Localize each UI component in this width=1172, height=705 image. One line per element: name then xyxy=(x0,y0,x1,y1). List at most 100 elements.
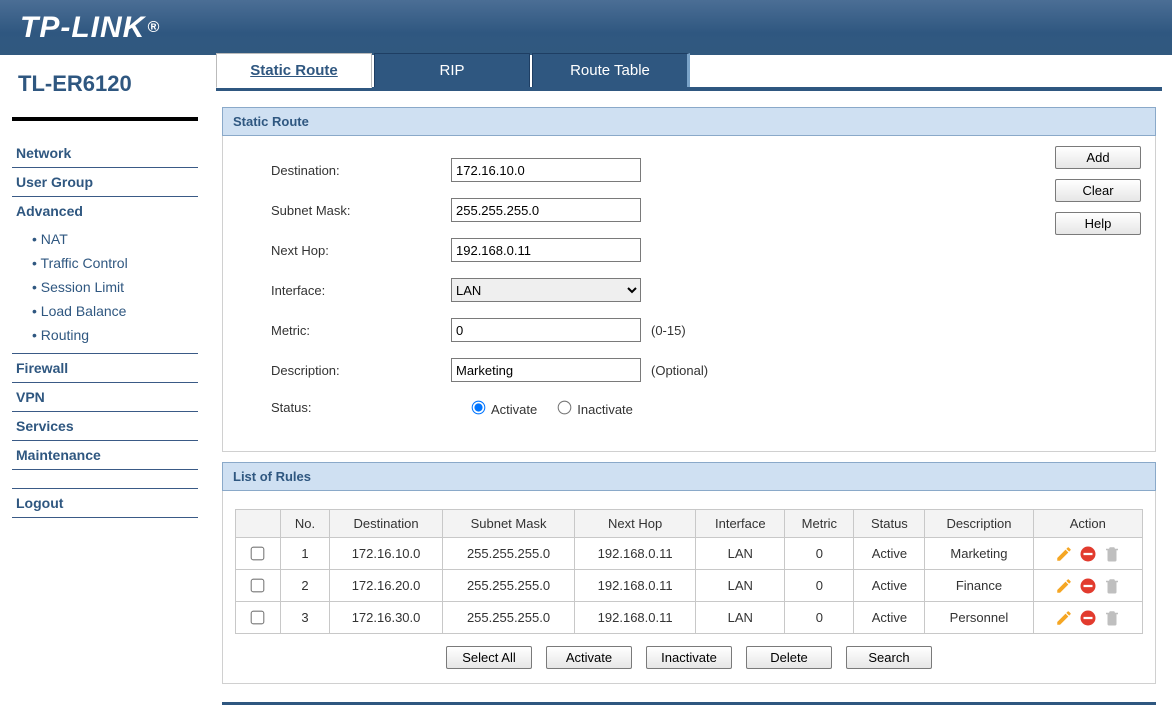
sidebar-item-user-group[interactable]: User Group xyxy=(12,168,198,196)
tabs: Static Route RIP Route Table xyxy=(216,53,1162,87)
activate-button[interactable]: Activate xyxy=(546,646,632,669)
table-row: 1172.16.10.0255.255.255.0192.168.0.11LAN… xyxy=(236,538,1143,570)
remove-icon[interactable] xyxy=(1079,609,1097,627)
cell-nexthop: 192.168.0.11 xyxy=(575,538,696,570)
tab-static-route[interactable]: Static Route xyxy=(216,53,372,88)
col-description: Description xyxy=(925,510,1033,538)
nexthop-input[interactable] xyxy=(451,238,641,262)
cell-subnet: 255.255.255.0 xyxy=(443,602,575,634)
sidebar-item-session-limit[interactable]: Session Limit xyxy=(12,275,198,299)
sidebar-item-advanced[interactable]: Advanced xyxy=(12,197,198,225)
row-checkbox[interactable] xyxy=(250,547,264,561)
sidebar-item-load-balance[interactable]: Load Balance xyxy=(12,299,198,323)
cell-interface: LAN xyxy=(696,570,785,602)
cell-destination: 172.16.10.0 xyxy=(330,538,443,570)
trash-icon[interactable] xyxy=(1103,609,1121,627)
edit-icon[interactable] xyxy=(1055,609,1073,627)
metric-input[interactable] xyxy=(451,318,641,342)
cell-action xyxy=(1033,570,1142,602)
cell-interface: LAN xyxy=(696,602,785,634)
col-subnet: Subnet Mask xyxy=(443,510,575,538)
cell-description: Personnel xyxy=(925,602,1033,634)
status-activate-option[interactable]: Activate xyxy=(467,398,537,417)
remove-icon[interactable] xyxy=(1079,545,1097,563)
sidebar-item-services[interactable]: Services xyxy=(12,412,198,440)
tab-route-table[interactable]: Route Table xyxy=(532,53,690,87)
cell-status: Active xyxy=(854,538,925,570)
cell-description: Finance xyxy=(925,570,1033,602)
rules-table: No. Destination Subnet Mask Next Hop Int… xyxy=(235,509,1143,634)
clear-button[interactable]: Clear xyxy=(1055,179,1141,202)
row-checkbox[interactable] xyxy=(250,579,264,593)
cell-no: 1 xyxy=(281,538,330,570)
brand-logo: TP-LINK® xyxy=(20,11,160,45)
sidebar-item-routing[interactable]: Routing xyxy=(12,323,198,347)
device-model: TL-ER6120 xyxy=(18,71,198,97)
row-checkbox[interactable] xyxy=(250,611,264,625)
sidebar-item-firewall[interactable]: Firewall xyxy=(12,354,198,382)
subnet-input[interactable] xyxy=(451,198,641,222)
subnet-label: Subnet Mask: xyxy=(241,203,451,218)
cell-description: Marketing xyxy=(925,538,1033,570)
cell-subnet: 255.255.255.0 xyxy=(443,538,575,570)
col-no: No. xyxy=(281,510,330,538)
col-action: Action xyxy=(1033,510,1142,538)
edit-icon[interactable] xyxy=(1055,545,1073,563)
rules-panel: List of Rules No. Destination Subnet Mas… xyxy=(222,462,1156,684)
cell-no: 3 xyxy=(281,602,330,634)
sidebar-item-traffic-control[interactable]: Traffic Control xyxy=(12,251,198,275)
sidebar-item-nat[interactable]: NAT xyxy=(12,227,198,251)
table-row: 2172.16.20.0255.255.255.0192.168.0.11LAN… xyxy=(236,570,1143,602)
main-content: Static Route RIP Route Table Static Rout… xyxy=(210,55,1172,705)
destination-input[interactable] xyxy=(451,158,641,182)
cell-interface: LAN xyxy=(696,538,785,570)
cell-metric: 0 xyxy=(785,602,854,634)
nav-menu: Network User Group Advanced NAT Traffic … xyxy=(12,139,198,470)
cell-status: Active xyxy=(854,570,925,602)
cell-metric: 0 xyxy=(785,570,854,602)
search-button[interactable]: Search xyxy=(846,646,932,669)
rules-header-row: No. Destination Subnet Mask Next Hop Int… xyxy=(236,510,1143,538)
sidebar-item-vpn[interactable]: VPN xyxy=(12,383,198,411)
sidebar: TL-ER6120 Network User Group Advanced NA… xyxy=(0,55,210,518)
table-row: 3172.16.30.0255.255.255.0192.168.0.11LAN… xyxy=(236,602,1143,634)
advanced-submenu: NAT Traffic Control Session Limit Load B… xyxy=(12,225,198,353)
trash-icon[interactable] xyxy=(1103,545,1121,563)
col-destination: Destination xyxy=(330,510,443,538)
sidebar-item-network[interactable]: Network xyxy=(12,139,198,167)
description-hint: (Optional) xyxy=(651,363,708,378)
help-button[interactable]: Help xyxy=(1055,212,1141,235)
cell-status: Active xyxy=(854,602,925,634)
add-button[interactable]: Add xyxy=(1055,146,1141,169)
cell-subnet: 255.255.255.0 xyxy=(443,570,575,602)
cell-destination: 172.16.30.0 xyxy=(330,602,443,634)
remove-icon[interactable] xyxy=(1079,577,1097,595)
cell-destination: 172.16.20.0 xyxy=(330,570,443,602)
cell-action xyxy=(1033,538,1142,570)
status-inactivate-option[interactable]: Inactivate xyxy=(553,398,633,417)
panel-title: Static Route xyxy=(222,107,1156,136)
cell-no: 2 xyxy=(281,570,330,602)
cell-nexthop: 192.168.0.11 xyxy=(575,602,696,634)
select-all-button[interactable]: Select All xyxy=(446,646,532,669)
sidebar-item-maintenance[interactable]: Maintenance xyxy=(12,441,198,469)
sidebar-item-logout[interactable]: Logout xyxy=(12,489,198,517)
col-metric: Metric xyxy=(785,510,854,538)
trash-icon[interactable] xyxy=(1103,577,1121,595)
top-banner: TP-LINK® xyxy=(0,0,1172,55)
status-inactivate-radio[interactable] xyxy=(558,401,572,415)
tab-rip[interactable]: RIP xyxy=(374,53,530,87)
rules-title: List of Rules xyxy=(222,462,1156,491)
interface-label: Interface: xyxy=(241,283,451,298)
edit-icon[interactable] xyxy=(1055,577,1073,595)
cell-nexthop: 192.168.0.11 xyxy=(575,570,696,602)
nexthop-label: Next Hop: xyxy=(241,243,451,258)
divider xyxy=(12,117,198,121)
description-input[interactable] xyxy=(451,358,641,382)
metric-hint: (0-15) xyxy=(651,323,686,338)
interface-select[interactable]: LAN xyxy=(451,278,641,302)
cell-action xyxy=(1033,602,1142,634)
delete-button[interactable]: Delete xyxy=(746,646,832,669)
status-activate-radio[interactable] xyxy=(472,401,486,415)
inactivate-button[interactable]: Inactivate xyxy=(646,646,732,669)
